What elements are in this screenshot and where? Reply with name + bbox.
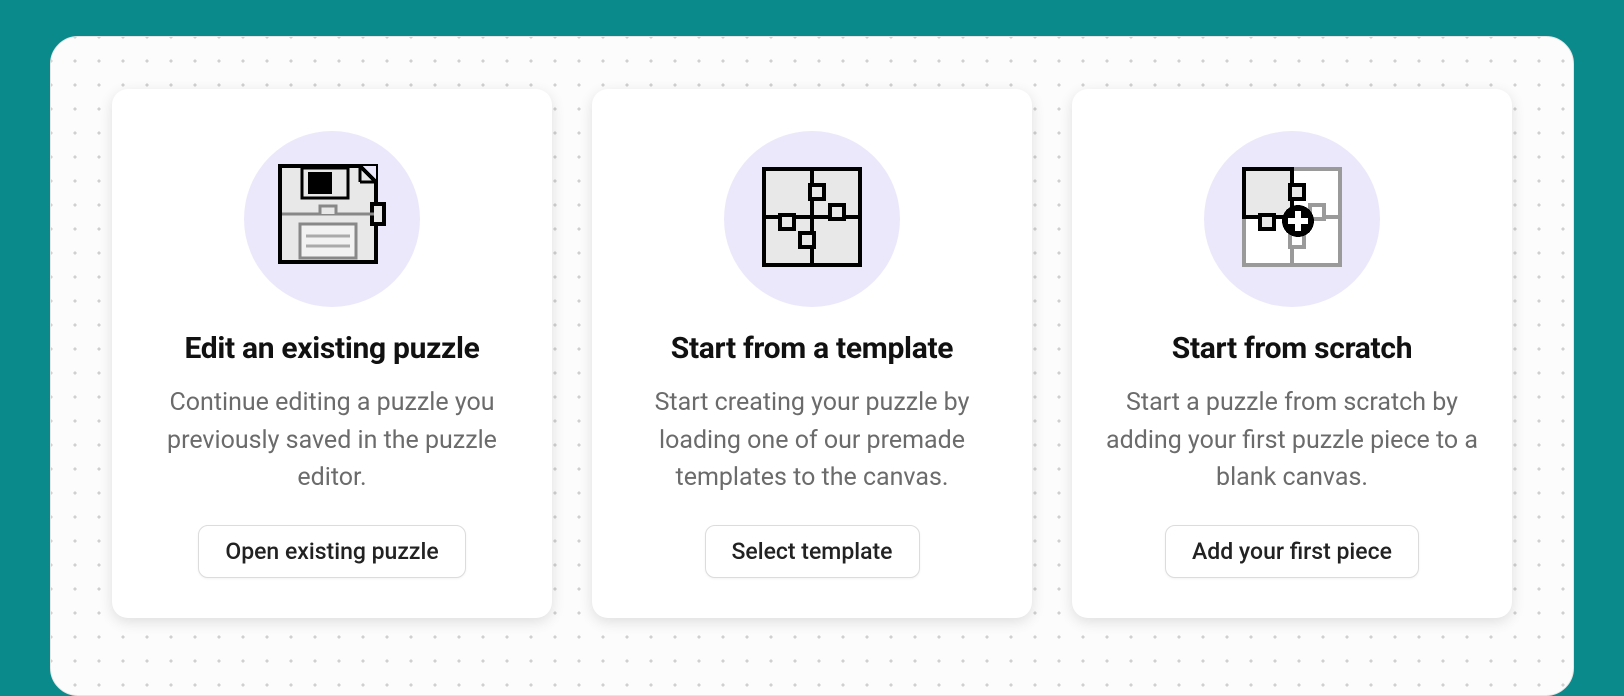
card-start-scratch: Start from scratch Start a puzzle from s… bbox=[1072, 89, 1512, 618]
icon-circle bbox=[1204, 131, 1380, 307]
main-panel: Edit an existing puzzle Continue editing… bbox=[50, 36, 1574, 696]
card-edit-existing: Edit an existing puzzle Continue editing… bbox=[112, 89, 552, 618]
puzzle-template-icon bbox=[760, 165, 864, 273]
icon-circle bbox=[724, 131, 900, 307]
add-first-piece-button[interactable]: Add your first piece bbox=[1165, 525, 1419, 578]
card-start-template: Start from a template Start creating you… bbox=[592, 89, 1032, 618]
card-description: Start creating your puzzle by loading on… bbox=[624, 384, 1000, 497]
card-description: Start a puzzle from scratch by adding yo… bbox=[1104, 384, 1480, 497]
open-existing-puzzle-button[interactable]: Open existing puzzle bbox=[198, 525, 465, 578]
card-title: Edit an existing puzzle bbox=[184, 331, 479, 366]
puzzle-add-icon bbox=[1240, 165, 1344, 273]
select-template-button[interactable]: Select template bbox=[705, 525, 920, 578]
card-title: Start from a template bbox=[671, 331, 953, 366]
card-title: Start from scratch bbox=[1172, 331, 1412, 366]
cards-row: Edit an existing puzzle Continue editing… bbox=[93, 89, 1531, 618]
icon-circle bbox=[244, 131, 420, 307]
card-description: Continue editing a puzzle you previously… bbox=[144, 384, 520, 497]
floppy-puzzle-icon bbox=[278, 164, 386, 274]
